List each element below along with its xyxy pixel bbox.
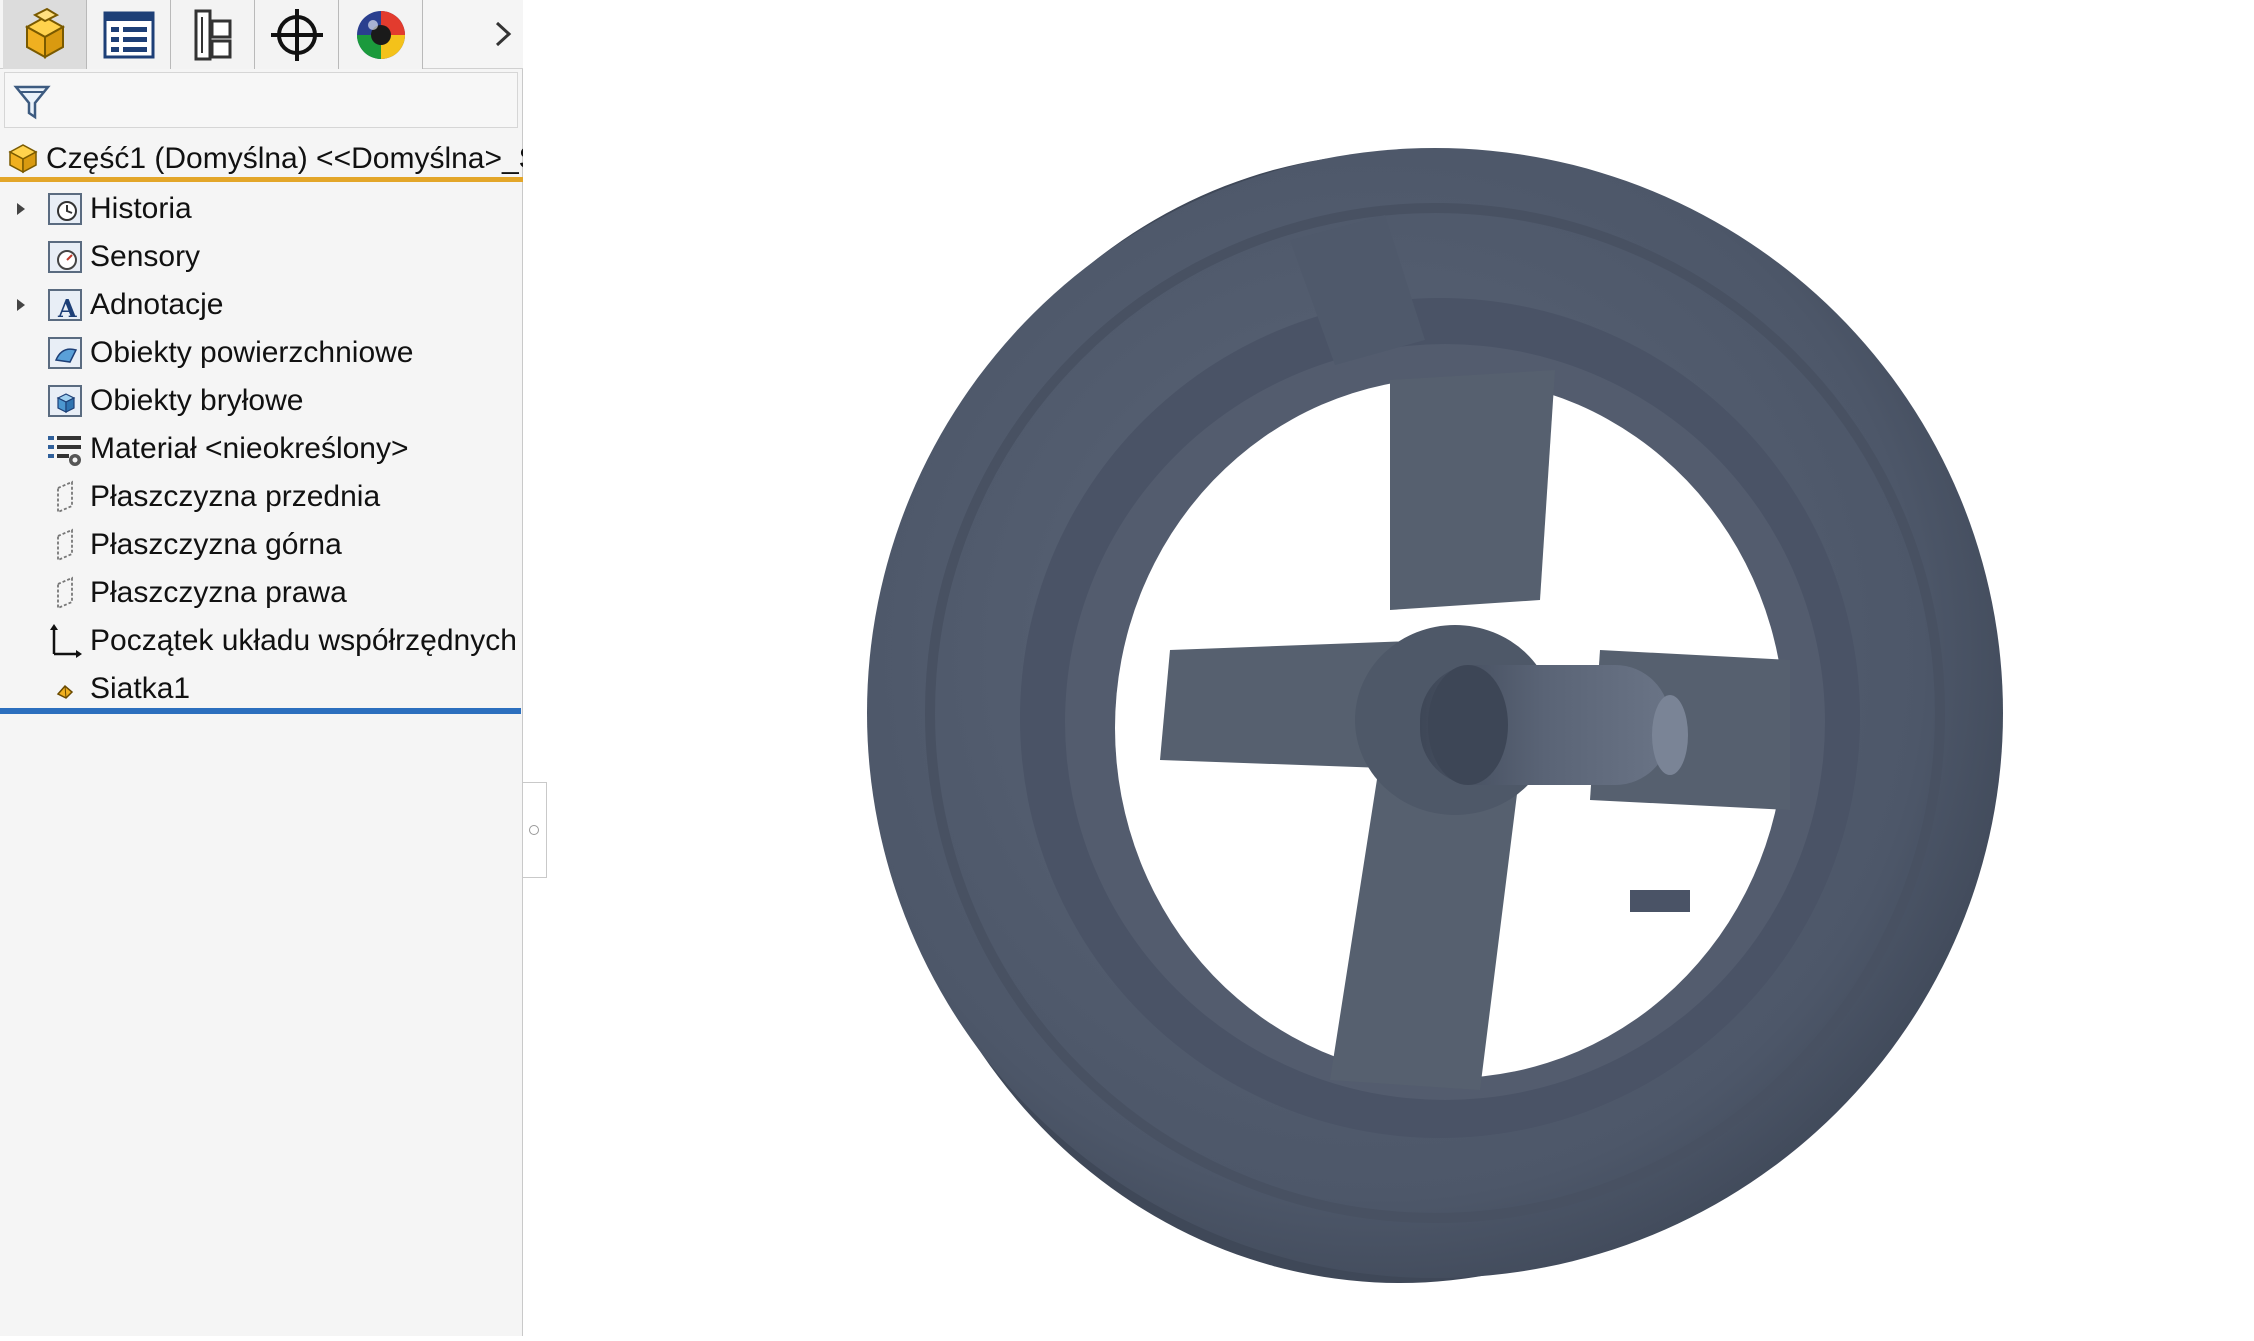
tree-item-label: Obiekty powierzchniowe xyxy=(90,336,414,369)
appearance-sphere-icon xyxy=(356,10,405,59)
tree-item-top-plane[interactable]: Płaszczyzna górna xyxy=(0,522,523,568)
chevron-right-icon[interactable] xyxy=(488,16,518,52)
tree-item-label: Płaszczyzna przednia xyxy=(90,480,381,513)
surface-bodies-folder-icon xyxy=(48,337,82,369)
featuremanager-tab[interactable] xyxy=(3,0,87,69)
tree-item-label: Początek układu współrzędnych xyxy=(90,624,517,657)
tree-item-adnotacje[interactable]: A Adnotacje xyxy=(0,282,523,328)
plane-icon xyxy=(57,480,73,514)
displaymanager-tab[interactable] xyxy=(339,0,423,69)
tree-item-label: Siatka1 xyxy=(90,672,191,705)
plane-icon xyxy=(57,576,73,610)
filter-icon[interactable] xyxy=(13,83,51,121)
propertymanager-tab[interactable] xyxy=(87,0,171,69)
tree-item-front-plane[interactable]: Płaszczyzna przednia xyxy=(0,474,523,520)
tree-item-sensory[interactable]: Sensory xyxy=(0,234,523,280)
tree-item-solid-bodies[interactable]: Obiekty bryłowe xyxy=(0,378,523,424)
configurationmanager-tab[interactable] xyxy=(171,0,255,69)
tree-item-origin[interactable]: Początek układu współrzędnych xyxy=(0,618,523,664)
origin-icon xyxy=(50,624,82,658)
plane-icon xyxy=(57,528,73,562)
dimxpert-tab[interactable] xyxy=(255,0,339,69)
tree-item-historia[interactable]: Historia xyxy=(0,186,523,232)
graphics-viewport[interactable] xyxy=(524,0,2254,1336)
wheel-mesh-model[interactable] xyxy=(524,0,2254,1336)
tree-item-label: Płaszczyzna prawa xyxy=(90,576,347,609)
solid-bodies-folder-icon xyxy=(48,385,82,417)
material-icon xyxy=(48,436,81,466)
part-icon xyxy=(8,144,38,174)
tree-root-label: Część1 (Domyślna) <<Domyślna>_S xyxy=(46,142,523,175)
part-icon xyxy=(24,7,65,59)
history-folder-icon xyxy=(48,193,82,225)
tree-item-material[interactable]: Materiał <nieokreślony> xyxy=(0,426,523,472)
mesh-icon xyxy=(56,684,74,699)
tree-item-label: Sensory xyxy=(90,240,201,273)
tree-item-label: Adnotacje xyxy=(90,288,224,321)
rollback-bar[interactable] xyxy=(0,708,521,714)
tree-item-right-plane[interactable]: Płaszczyzna prawa xyxy=(0,570,523,616)
property-list-icon xyxy=(103,11,154,58)
svg-text:A: A xyxy=(57,294,77,323)
sensors-folder-icon xyxy=(48,241,82,273)
expand-arrow-icon[interactable] xyxy=(14,296,28,314)
tree-root-part[interactable]: Część1 (Domyślna) <<Domyślna>_S xyxy=(0,136,523,182)
annotations-folder-icon: A xyxy=(48,289,82,323)
tree-filter-field[interactable] xyxy=(4,72,518,128)
tree-item-mesh[interactable]: Siatka1 xyxy=(0,666,523,712)
tree-item-label: Obiekty bryłowe xyxy=(90,384,304,417)
manager-tab-bar xyxy=(0,0,523,69)
tree-item-label: Materiał <nieokreślony> xyxy=(90,432,409,465)
tree-item-label: Historia xyxy=(90,192,192,225)
tree-item-label: Płaszczyzna górna xyxy=(90,528,342,561)
featuremanager-panel: Część1 (Domyślna) <<Domyślna>_S Historia… xyxy=(0,0,523,1336)
crosshair-icon xyxy=(270,8,323,61)
tree-item-surface-bodies[interactable]: Obiekty powierzchniowe xyxy=(0,330,523,376)
configuration-icon xyxy=(194,9,231,60)
expand-arrow-icon[interactable] xyxy=(14,200,28,218)
